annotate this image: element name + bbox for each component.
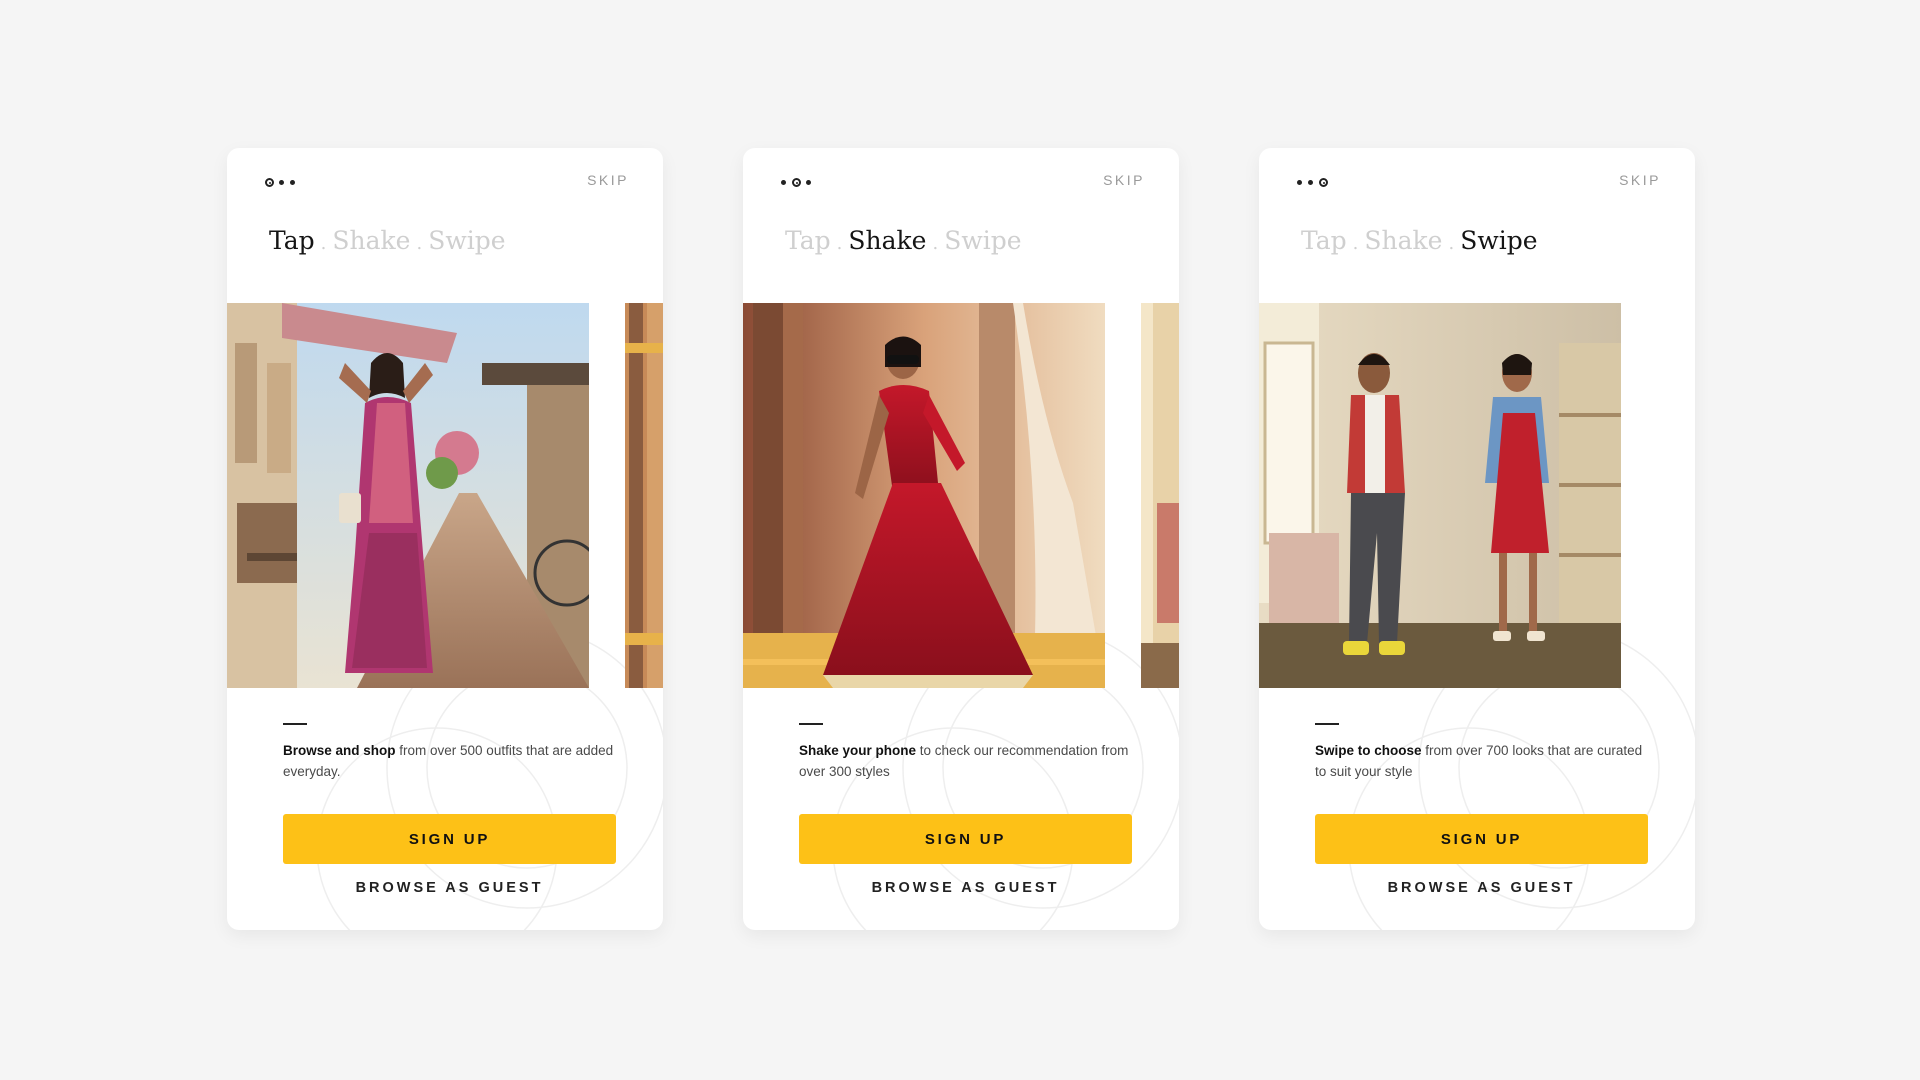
headline-word-swipe: Swipe	[428, 226, 506, 255]
divider-dash	[1315, 723, 1339, 725]
browse-as-guest-link[interactable]: BROWSE AS GUEST	[799, 874, 1132, 902]
headline-word-shake: Shake	[848, 226, 927, 255]
divider-dash	[799, 723, 823, 725]
next-photo-peek[interactable]	[625, 303, 663, 688]
description-bold: Shake your phone	[799, 743, 917, 758]
headline-word-shake: Shake	[332, 226, 411, 255]
sign-up-button[interactable]: SIGN UP	[799, 814, 1132, 864]
pager-dots-icon[interactable]	[265, 178, 325, 188]
headline-word-swipe: Swipe	[944, 226, 1022, 255]
pager-dot-1[interactable]	[265, 178, 274, 187]
headline-word-tap: Tap	[785, 226, 831, 255]
pager-dot-2[interactable]	[1308, 180, 1313, 185]
headline-word-shake: Shake	[1364, 226, 1443, 255]
headline-separator: .	[1448, 233, 1455, 254]
description-text: Shake your phone to check our recommenda…	[799, 740, 1139, 782]
skip-button[interactable]: SKIP	[1619, 172, 1661, 188]
sign-up-button[interactable]: SIGN UP	[1315, 814, 1648, 864]
next-photo-peek[interactable]	[1141, 303, 1179, 688]
pager-dot-2[interactable]	[279, 180, 284, 185]
description-bold: Swipe to choose	[1315, 743, 1422, 758]
skip-button[interactable]: SKIP	[587, 172, 629, 188]
pager-dot-1[interactable]	[1297, 180, 1302, 185]
headline-separator: .	[416, 233, 423, 254]
skip-button[interactable]: SKIP	[1103, 172, 1145, 188]
headline-separator: .	[836, 233, 843, 254]
hero-photo-saree[interactable]	[227, 303, 589, 688]
headline-separator: .	[1352, 233, 1359, 254]
pager-dot-2[interactable]	[792, 178, 801, 187]
pager-dot-1[interactable]	[781, 180, 786, 185]
pager-dot-3[interactable]	[290, 180, 295, 185]
hero-photo-anarkali[interactable]	[743, 303, 1105, 688]
onboarding-card-shake: SKIP Tap. Shake. Swipe Shake your phone …	[743, 148, 1179, 930]
browse-as-guest-link[interactable]: BROWSE AS GUEST	[1315, 874, 1648, 902]
headline: Tap. Shake. Swipe	[785, 226, 1022, 255]
headline-word-swipe: Swipe	[1460, 226, 1538, 255]
headline: Tap. Shake. Swipe	[269, 226, 506, 255]
divider-dash	[283, 723, 307, 725]
headline: Tap. Shake. Swipe	[1301, 226, 1538, 255]
onboarding-card-swipe: SKIP Tap. Shake. Swipe Swipe to choose f…	[1259, 148, 1695, 930]
description-text: Browse and shop from over 500 outfits th…	[283, 740, 623, 782]
description-bold: Browse and shop	[283, 743, 396, 758]
pager-dots-icon[interactable]	[1297, 178, 1357, 188]
headline-separator: .	[320, 233, 327, 254]
pager-dot-3[interactable]	[806, 180, 811, 185]
onboarding-card-tap: SKIP Tap. Shake. Swipe Browse and shop f…	[227, 148, 663, 930]
headline-word-tap: Tap	[269, 226, 315, 255]
browse-as-guest-link[interactable]: BROWSE AS GUEST	[283, 874, 616, 902]
pager-dot-3[interactable]	[1319, 178, 1328, 187]
sign-up-button[interactable]: SIGN UP	[283, 814, 616, 864]
pager-dots-icon[interactable]	[781, 178, 841, 188]
headline-separator: .	[932, 233, 939, 254]
hero-photo-couple[interactable]	[1259, 303, 1621, 688]
description-text: Swipe to choose from over 700 looks that…	[1315, 740, 1655, 782]
headline-word-tap: Tap	[1301, 226, 1347, 255]
